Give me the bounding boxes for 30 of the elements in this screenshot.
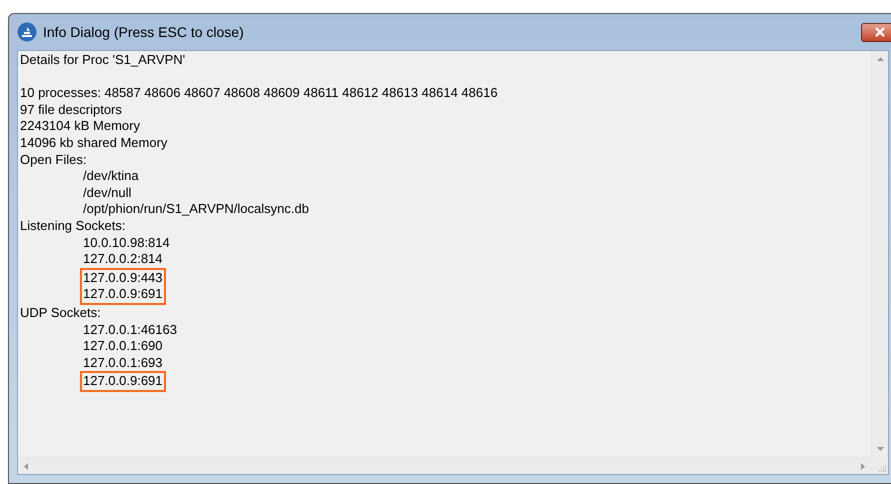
close-button[interactable] — [861, 22, 891, 42]
scroll-up-icon[interactable] — [876, 57, 884, 61]
text-line: 127.0.0.1:46163 — [83, 322, 177, 338]
scroll-down-icon[interactable] — [876, 447, 884, 451]
text-line: /dev/ktina — [83, 168, 139, 185]
text-line: 97 file descriptors — [20, 102, 123, 118]
horizontal-scrollbar[interactable] — [18, 457, 871, 474]
text-line: 127.0.0.9:691 — [83, 373, 163, 390]
text-line: 10.0.10.98:814 — [83, 234, 170, 252]
scroll-right-icon[interactable] — [861, 462, 865, 470]
resize-grip-icon[interactable] — [878, 464, 886, 472]
text-line: /opt/phion/run/S1_ARVPN/localsync.db — [83, 201, 309, 218]
text-line: UDP Sockets: — [20, 304, 102, 322]
close-icon — [874, 27, 886, 37]
text-line: 14096 kb shared Memory — [20, 134, 168, 152]
text-line: Listening Sockets: — [20, 218, 127, 235]
text-line: Open Files: — [20, 152, 88, 168]
text-line: 2243104 kB Memory — [20, 118, 141, 135]
window-title: Info Dialog (Press ESC to close) — [43, 22, 244, 42]
details-heading: Details for Proc 'S1_ARVPN' — [20, 52, 186, 69]
text-line: 127.0.0.9:443 — [83, 270, 163, 286]
vertical-scrollbar[interactable] — [871, 51, 888, 457]
text-line: 10 processes: 48587 48606 48607 48608 48609 48611 48612 48613 48614 48616 — [20, 85, 499, 102]
app-icon — [17, 22, 37, 42]
text-line: /dev/null — [83, 184, 132, 202]
scroll-left-icon[interactable] — [24, 462, 28, 470]
text-line: 127.0.0.1:693 — [83, 354, 163, 372]
text-line: 127.0.0.1:690 — [83, 338, 163, 355]
text-line: 127.0.0.9:691 — [83, 286, 163, 303]
text-line: 127.0.0.2:814 — [83, 251, 163, 268]
